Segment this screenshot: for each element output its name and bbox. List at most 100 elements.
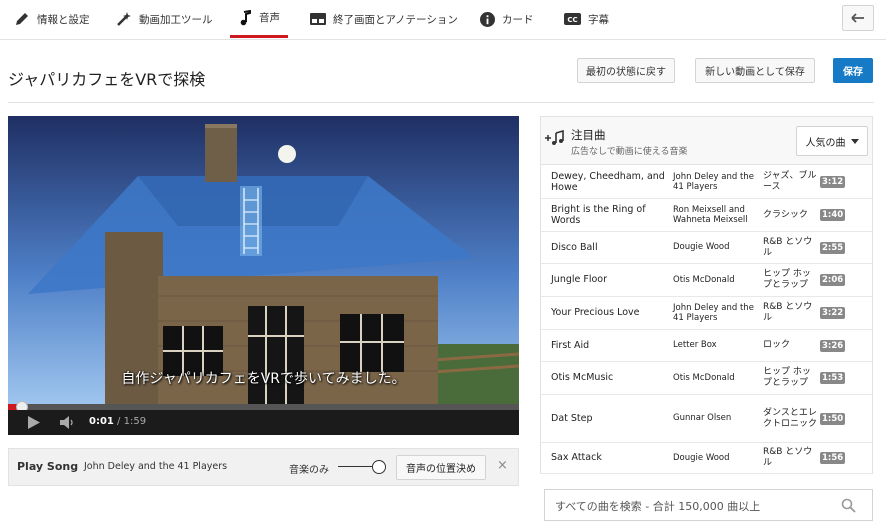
tab-label: 音声 (259, 12, 280, 24)
track-duration: 2:06 (820, 274, 846, 286)
tab-cards[interactable]: カード (472, 0, 542, 38)
track-genre: R&B とソウル (763, 236, 813, 258)
track-row[interactable]: Disco Ball Dougie Wood R&B とソウル 2:55 (541, 232, 872, 264)
player-controls: 0:01 / 1:59 (8, 410, 519, 435)
volume-icon[interactable] (60, 416, 75, 429)
track-artist: Gunnar Olsen (673, 413, 732, 424)
track-duration: 1:56 (820, 452, 846, 464)
track-title: Dewey, Cheedham, and Howe (551, 170, 665, 193)
tab-label: カード (502, 13, 534, 26)
cc-icon: CC (564, 13, 581, 25)
track-artist: Letter Box (673, 340, 717, 351)
track-genre: ジャズ、ブルース (763, 171, 817, 192)
track-row[interactable]: Sax Attack Dougie Wood R&B とソウル 1:56 (541, 443, 872, 474)
video-frame (8, 116, 519, 404)
end-screen-icon (310, 13, 326, 25)
panel-title: 注目曲 (571, 128, 606, 142)
track-row[interactable]: Dewey, Cheedham, and Howe John Deley and … (541, 166, 872, 199)
featured-tracks-panel: 注目曲 広告なしで動画に使える音楽 人気の曲 Dewey, Cheedham, … (540, 116, 873, 474)
play-song-label[interactable]: Play Song (17, 460, 78, 473)
duration: 1:59 (123, 416, 147, 427)
page-title: ジャパリカフェをVRで探検 (8, 70, 206, 89)
track-artist: Ron Meixsell and Wahneta Meixsell (673, 204, 748, 225)
track-row[interactable]: Bright is the Ring of Words Ron Meixsell … (541, 199, 872, 232)
magic-wand-icon (117, 12, 131, 26)
video-caption: 自作ジャパリカフェをVRで歩いてみました。 (121, 371, 406, 387)
sort-label: 人気の曲 (805, 137, 846, 149)
current-time: 0:01 (89, 416, 114, 427)
track-row[interactable]: Otis McMusic Otis McDonald ヒップ ホップとラップ 1:53 (541, 362, 872, 395)
track-genre: ロック (763, 340, 791, 351)
tab-label: 動画加工ツール (139, 13, 213, 26)
tab-enhancements[interactable]: 動画加工ツール (108, 0, 221, 38)
track-duration: 3:26 (820, 339, 846, 352)
music-mix-slider[interactable] (338, 460, 388, 474)
tab-info-settings[interactable]: 情報と設定 (6, 0, 98, 38)
track-duration: 3:12 (820, 176, 846, 188)
track-title: Bright is the Ring of Words (551, 203, 646, 226)
tab-label: 情報と設定 (37, 13, 90, 26)
track-artist: John Deley and the 41 Players (673, 171, 754, 192)
track-genre: R&B とソウル (763, 302, 813, 323)
time-display: 0:01 / 1:59 (89, 416, 147, 427)
track-artist: Dougie Wood (673, 242, 730, 253)
music-note-icon (240, 9, 251, 25)
sort-dropdown[interactable]: 人気の曲 (796, 126, 868, 156)
tab-audio[interactable]: 音声 (230, 0, 288, 38)
track-duration: 1:53 (820, 372, 846, 384)
back-button[interactable] (842, 5, 874, 31)
track-genre: ヒップ ホップとラップ (763, 269, 811, 290)
track-duration: 1:40 (820, 209, 846, 221)
caret-down-icon (850, 138, 859, 144)
tab-bar: 情報と設定 動画加工ツール 音声 終了画面とアノテーション カード CC 字幕 (0, 0, 886, 40)
selected-song-artist: John Deley and the 41 Players (84, 461, 228, 472)
track-artist: Dougie Wood (673, 452, 730, 463)
svg-text:CC: CC (567, 16, 577, 24)
track-artist: Otis McDonald (673, 274, 735, 285)
video-player[interactable]: 自作ジャパリカフェをVRで歩いてみました。 0:01 / 1:59 (8, 116, 519, 435)
add-music-icon (545, 130, 564, 145)
track-row[interactable]: First Aid Letter Box ロック 3:26 (541, 330, 872, 362)
track-row[interactable]: Jungle Floor Otis McDonald ヒップ ホップとラップ 2:06 (541, 264, 872, 297)
revert-button[interactable]: 最初の状態に戻す (577, 58, 675, 83)
track-search-box[interactable] (544, 489, 873, 521)
track-title: Disco Ball (551, 241, 598, 253)
selected-song-bar: Play Song John Deley and the 41 Players … (8, 448, 519, 486)
track-duration: 3:22 (820, 307, 846, 319)
search-input[interactable] (555, 497, 835, 515)
header-divider (8, 102, 874, 103)
panel-header: 注目曲 広告なしで動画に使える音楽 人気の曲 (541, 117, 872, 165)
tab-label: 終了画面とアノテーション (333, 13, 458, 26)
back-arrow-icon (851, 13, 864, 23)
track-genre: クラシック (763, 209, 808, 220)
pencil-icon (16, 13, 28, 25)
track-genre: ヒップ ホップとラップ (763, 367, 811, 388)
tab-label: 字幕 (588, 13, 609, 26)
track-genre: R&B とソウル (763, 447, 813, 468)
track-row[interactable]: Your Precious Love John Deley and the 41 … (541, 297, 872, 330)
play-icon[interactable] (28, 416, 40, 429)
track-duration: 2:55 (820, 241, 846, 254)
music-only-label: 音楽のみ (289, 465, 329, 476)
save-button[interactable]: 保存 (833, 58, 873, 83)
track-title: Jungle Floor (551, 274, 608, 286)
close-icon[interactable]: × (497, 458, 508, 473)
tab-subtitles[interactable]: CC 字幕 (556, 0, 617, 38)
track-title: First Aid (551, 339, 590, 351)
track-title: Your Precious Love (551, 307, 640, 319)
audio-position-button[interactable]: 音声の位置決め (396, 455, 486, 480)
track-title: Dat Step (551, 412, 593, 424)
track-title: Sax Attack (551, 452, 602, 464)
track-artist: Otis McDonald (673, 372, 735, 383)
search-icon[interactable] (841, 498, 856, 513)
track-duration: 1:50 (820, 412, 846, 425)
save-as-new-button[interactable]: 新しい動画として保存 (695, 58, 815, 83)
track-genre: ダンスとエレクトロニック (763, 407, 818, 429)
panel-subtitle: 広告なしで動画に使える音楽 (571, 147, 688, 157)
track-title: Otis McMusic (551, 372, 614, 384)
tab-end-screen[interactable]: 終了画面とアノテーション (302, 0, 466, 38)
track-artist: John Deley and the 41 Players (673, 302, 754, 323)
slider-knob[interactable] (372, 460, 386, 474)
track-row[interactable]: Dat Step Gunnar Olsen ダンスとエレクトロニック 1:50 (541, 395, 872, 443)
info-icon (480, 11, 495, 27)
